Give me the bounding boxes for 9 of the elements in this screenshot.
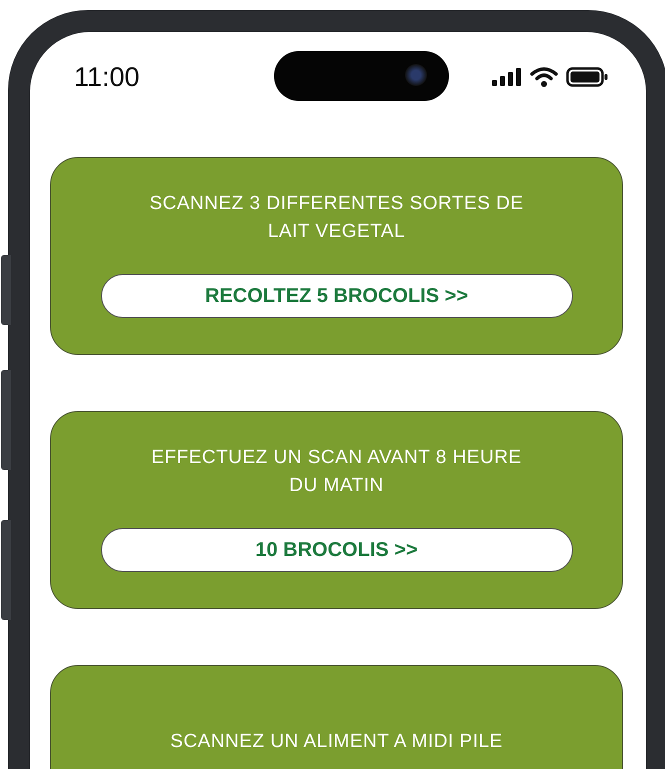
reward-button[interactable]: 10 BROCOLIS >> <box>100 528 572 572</box>
challenge-title: SCANNEZ UN ALIMENT A MIDI PILE <box>169 730 504 754</box>
challenge-title: EFFECTUEZ UN SCAN AVANT 8 HEURE DU MATIN <box>150 446 523 498</box>
signal-icon <box>492 68 522 86</box>
challenge-title: SCANNEZ 3 DIFFERENTES SORTES DE LAIT VEGETAL <box>148 192 525 244</box>
wifi-icon <box>530 67 558 87</box>
status-time: 11:00 <box>74 62 141 92</box>
battery-icon <box>566 67 608 87</box>
reward-button[interactable]: RECOLTEZ 5 BROCOLIS >> <box>100 274 572 318</box>
